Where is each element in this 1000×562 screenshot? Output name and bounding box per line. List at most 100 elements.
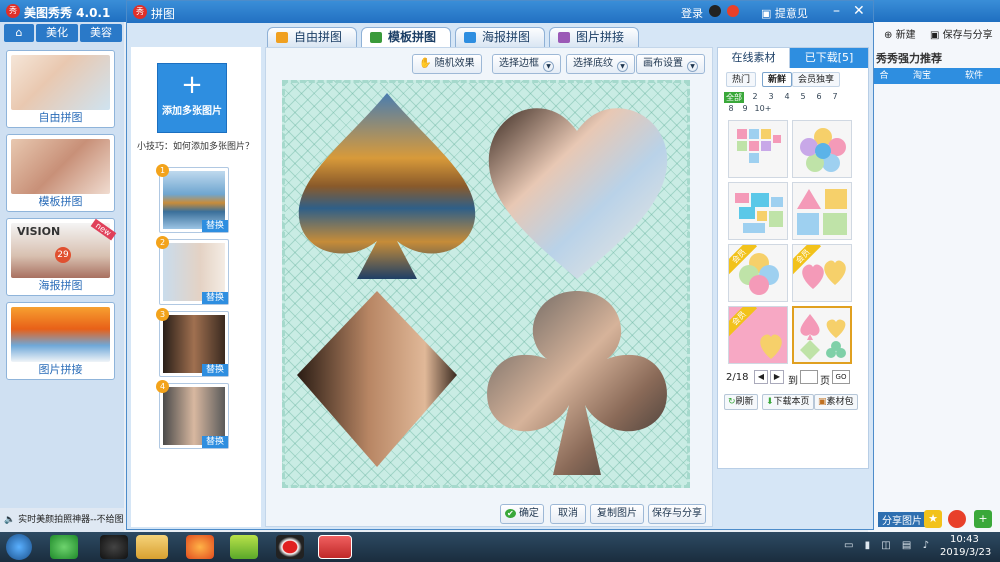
tab-beautify[interactable]: 美化: [36, 24, 78, 42]
template-thumbnail[interactable]: [792, 182, 852, 240]
download-icon: ⬇: [766, 397, 774, 407]
status-text[interactable]: 实时美颜拍照神器--不给图: [18, 515, 124, 525]
filter-fresh[interactable]: 新鲜: [762, 72, 793, 87]
refresh-button[interactable]: ↻刷新: [724, 394, 758, 410]
weibo-small-icon[interactable]: [727, 5, 739, 17]
add-green-icon[interactable]: +: [974, 510, 992, 528]
weibo-icon[interactable]: [948, 510, 966, 528]
material-package-button[interactable]: ▣素材包: [814, 394, 858, 410]
page-2[interactable]: 2: [748, 92, 762, 101]
minimize-button[interactable]: –: [833, 3, 840, 19]
main-save-share-button[interactable]: ▣ 保存与分享: [930, 26, 993, 41]
canvas-settings-dropdown[interactable]: 画布设置 ▼: [636, 54, 705, 74]
firefox-icon[interactable]: [186, 535, 214, 559]
clock-date[interactable]: 2019/3/23: [940, 547, 991, 558]
template-thumbnail[interactable]: [728, 182, 788, 240]
page-5[interactable]: 5: [796, 92, 810, 101]
recommend-link[interactable]: 淘宝: [896, 68, 948, 84]
confirm-button[interactable]: ✔ 确定: [500, 504, 544, 524]
page-4[interactable]: 4: [780, 92, 794, 101]
tab-downloaded[interactable]: 已下载[5]: [790, 48, 868, 68]
photo-slot[interactable]: 1 替换: [156, 164, 229, 233]
browser-360-icon[interactable]: [50, 535, 78, 559]
photo-slot[interactable]: 2 替换: [156, 236, 229, 305]
chevron-down-icon: ▼: [543, 61, 554, 72]
slot-number: 3: [156, 308, 169, 321]
collage-shapes: [297, 93, 668, 475]
image-join-tab-icon: [558, 32, 571, 43]
page-6[interactable]: 6: [812, 92, 826, 101]
tab-free-collage[interactable]: 自由拼图: [267, 27, 358, 47]
page-3[interactable]: 3: [764, 92, 778, 101]
share-image-label[interactable]: 分享图片: [878, 512, 926, 527]
page-10-plus[interactable]: 10+: [754, 104, 772, 113]
download-page-button[interactable]: ⬇下载本页: [762, 394, 814, 410]
select-border-dropdown[interactable]: 选择边框 ▼: [492, 54, 561, 74]
page-7[interactable]: 7: [828, 92, 842, 101]
tab-beauty[interactable]: 美容: [80, 24, 122, 42]
template-thumbnail[interactable]: 会员: [728, 306, 788, 364]
add-images-button[interactable]: + 添加多张图片: [157, 63, 227, 133]
tip-link[interactable]: 小技巧：如何添加多张图片？: [137, 139, 254, 152]
check-icon: ✔: [505, 509, 516, 518]
tab-online-materials[interactable]: 在线素材: [718, 48, 790, 68]
copy-image-button[interactable]: 复制图片: [590, 504, 644, 524]
goto-page-input[interactable]: [800, 370, 818, 384]
tab-label: 海报拼图: [482, 30, 531, 44]
replace-button[interactable]: 替换: [201, 364, 228, 376]
template-collage-card[interactable]: 模板拼图: [6, 134, 115, 212]
recommend-link[interactable]: 合: [872, 68, 896, 84]
page-8[interactable]: 8: [724, 104, 738, 113]
clock-time[interactable]: 10:43: [950, 534, 979, 545]
page-9[interactable]: 9: [738, 104, 752, 113]
poster-collage-card[interactable]: VISION 29 new 海报拼图: [6, 218, 117, 296]
template-thumbnail-selected[interactable]: [792, 306, 852, 364]
tab-poster-collage[interactable]: 海报拼图: [455, 27, 546, 47]
free-collage-card[interactable]: 自由拼图: [6, 50, 115, 128]
prev-page-button[interactable]: ◀: [754, 370, 768, 384]
new-button[interactable]: ⊕ 新建: [884, 26, 916, 41]
template-thumbnail[interactable]: 会员: [728, 244, 788, 302]
image-join-card[interactable]: 图片拼接: [6, 302, 115, 380]
qq-taskbar-icon[interactable]: [100, 535, 128, 559]
home-tab[interactable]: ⌂: [4, 24, 34, 42]
record-icon[interactable]: [276, 535, 304, 559]
main-right-panel: ⊕ 新建 ▣ 保存与分享 秀秀强力推荐 合 淘宝 软件 分享图片 ★ +: [868, 22, 1000, 532]
save-share-button[interactable]: 保存与分享: [648, 504, 706, 524]
collage-canvas[interactable]: [282, 80, 690, 488]
login-link[interactable]: 登录: [681, 5, 703, 21]
file-explorer-icon[interactable]: [136, 535, 168, 559]
tab-image-join[interactable]: 图片拼接: [549, 27, 640, 47]
cancel-button[interactable]: 取消: [550, 504, 586, 524]
tray-icons: ▭ ▮ ◫ ▤ ♪: [844, 540, 933, 551]
replace-button[interactable]: 替换: [201, 292, 228, 304]
free-collage-tab-icon: [276, 32, 288, 43]
filter-member[interactable]: 会员独享: [792, 72, 841, 87]
close-button[interactable]: ✕: [853, 3, 865, 19]
replace-button[interactable]: 替换: [201, 220, 228, 232]
feedback-link[interactable]: ▣ 提意见: [761, 5, 808, 21]
star-icon[interactable]: ★: [924, 510, 942, 528]
start-button[interactable]: [6, 534, 32, 560]
qq-icon[interactable]: [709, 5, 721, 17]
photo-slot[interactable]: 4 替换: [156, 380, 229, 449]
replace-button[interactable]: 替换: [201, 436, 228, 448]
go-button[interactable]: GO: [832, 370, 850, 384]
filter-hot[interactable]: 热门: [726, 72, 757, 87]
media-player-icon[interactable]: [230, 535, 258, 559]
random-effect-button[interactable]: ✋ 随机效果: [412, 54, 482, 74]
photo-slot[interactable]: 3 替换: [156, 308, 229, 377]
recommend-heading: 秀秀强力推荐: [876, 52, 942, 65]
template-thumbnail[interactable]: 会员: [792, 244, 852, 302]
page-all[interactable]: 全部: [724, 92, 744, 103]
tab-template-collage[interactable]: 模板拼图: [361, 27, 452, 47]
next-page-button[interactable]: ▶: [770, 370, 784, 384]
template-thumbnail[interactable]: [728, 120, 788, 178]
goto-label: 到: [788, 376, 798, 387]
recommend-link[interactable]: 软件: [948, 68, 1000, 84]
material-panel: 在线素材 已下载[5] 热门 新鲜 会员独享 全部 2 3 4 5 6 7 8 …: [717, 47, 869, 469]
select-shading-dropdown[interactable]: 选择底纹 ▼: [566, 54, 635, 74]
collage-mode-tabs: 自由拼图 模板拼图 海报拼图 图片拼接: [267, 27, 640, 47]
template-thumbnail[interactable]: [792, 120, 852, 178]
meitu-taskbar-icon[interactable]: [318, 535, 352, 559]
